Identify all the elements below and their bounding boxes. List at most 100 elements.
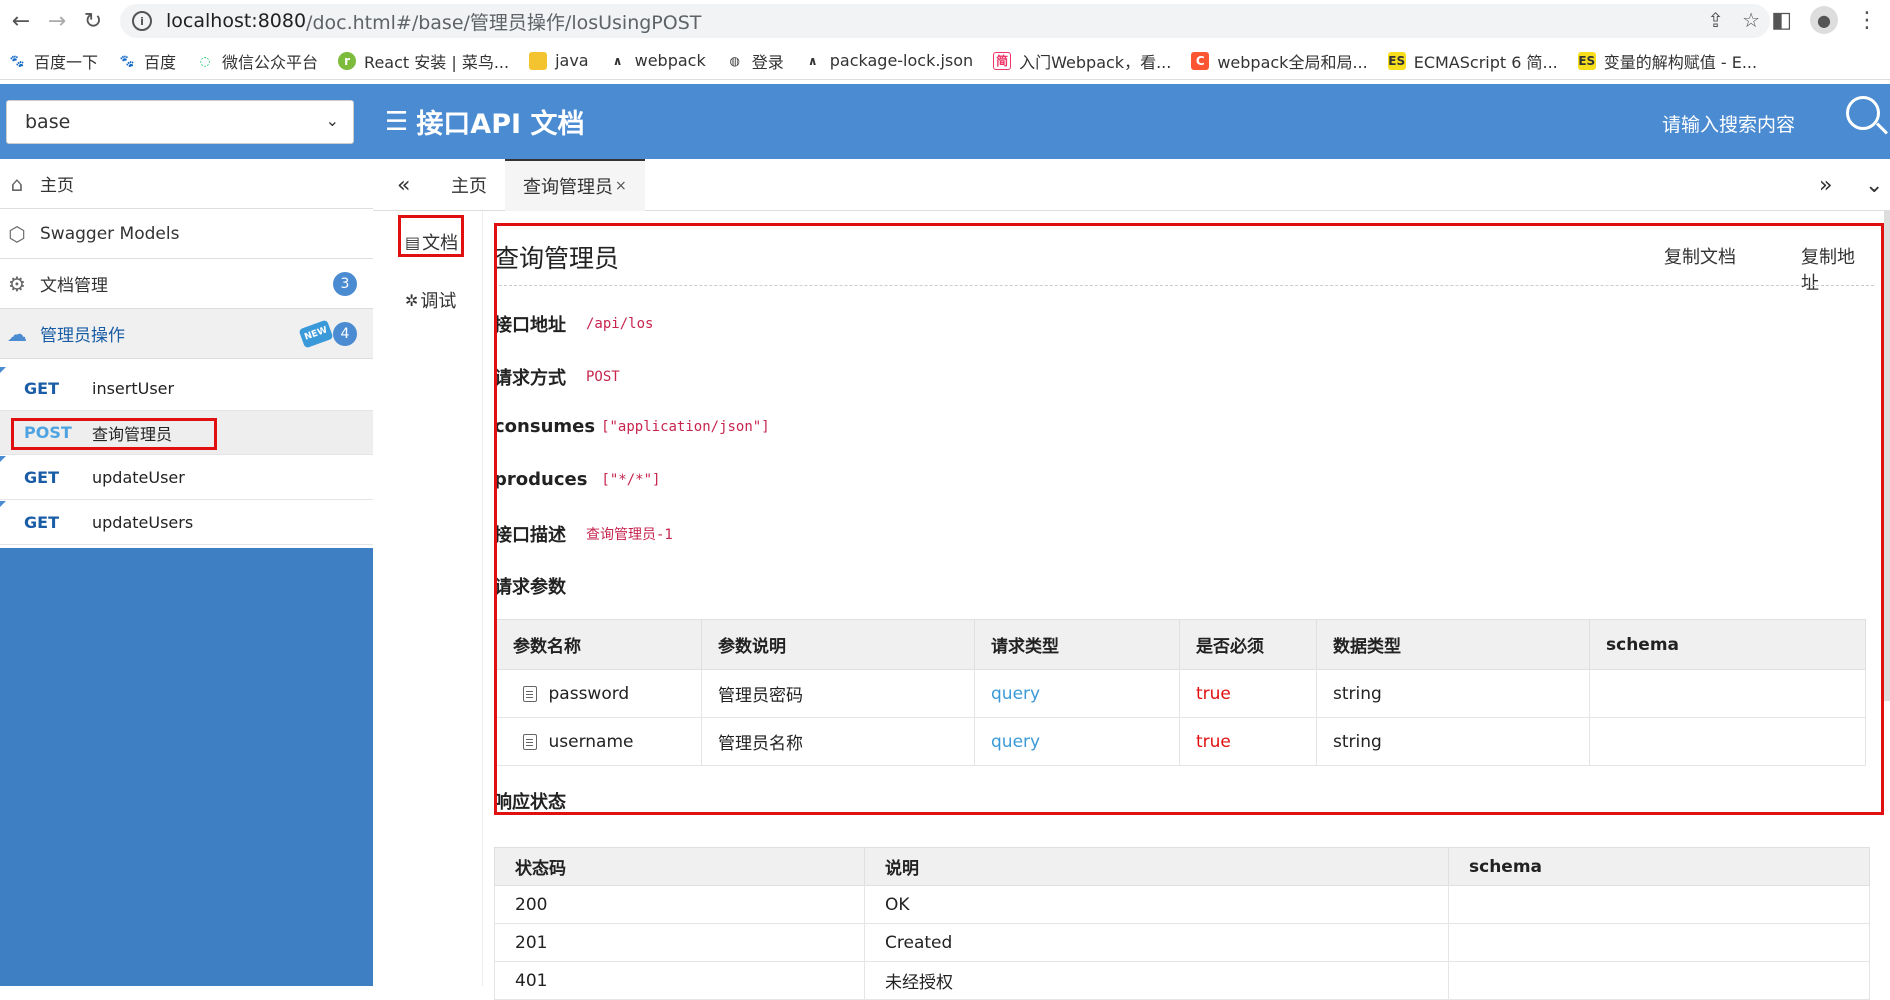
status-desc: OK [864, 885, 1449, 924]
bookmark-item[interactable]: 🐾 百度一下 [8, 49, 99, 73]
api-name: insertUser [92, 379, 175, 398]
api-item-updateuser[interactable]: GET updateUser [0, 456, 373, 500]
new-badge: NEW [298, 318, 334, 349]
vercel-icon: ∧ [612, 53, 623, 68]
count-badge: 4 [333, 321, 357, 346]
es-icon: ES [1577, 51, 1596, 70]
site-info-icon[interactable]: i [132, 11, 152, 31]
tab-query-admin[interactable]: 查询管理员 × [505, 159, 645, 211]
bookmark-label: 微信公众平台 [222, 52, 319, 72]
runoob-icon: r [338, 51, 357, 70]
baidu-paw-icon: 🐾 [9, 53, 25, 68]
sidebar-menu: ⌂ 主页 ⬡ Swagger Models ⚙ 文档管理 3 ☁ 管理员操作 N… [0, 159, 373, 548]
wechat-icon: ◌ [199, 53, 211, 68]
url-path: /doc.html#/base/管理员操作/losUsingPOST [306, 11, 702, 34]
back-icon[interactable]: ← [6, 6, 36, 36]
highlight-box [11, 418, 217, 450]
doc-settings-icon: ⚙ [8, 271, 26, 296]
sidebar-item-swagger-models[interactable]: ⬡ Swagger Models [0, 209, 373, 259]
sidebar-item-doc-manage[interactable]: ⚙ 文档管理 3 [0, 259, 373, 309]
bookmark-item[interactable]: ES ECMAScript 6 简... [1387, 49, 1558, 73]
group-select[interactable]: base ⌄ [6, 100, 354, 144]
api-item-insertuser[interactable]: GET insertUser [0, 367, 373, 411]
bug-icon: ✲ [405, 290, 419, 310]
forward-icon[interactable]: → [42, 6, 72, 36]
side-panel-icon[interactable]: ◧ [1771, 8, 1792, 33]
table-header-row: 状态码 说明 schema [494, 847, 1870, 886]
bookmark-item[interactable]: 🐾 百度 [118, 49, 177, 73]
chevron-down-icon: ⌄ [325, 111, 339, 130]
corner-marker [0, 456, 6, 462]
table-row: 200 OK [494, 885, 1870, 924]
folder-icon [529, 51, 548, 70]
column-header: 说明 [864, 847, 1449, 886]
address-bar[interactable]: i localhost:8080/doc.html#/base/管理员操作/lo… [120, 4, 1770, 38]
bookmark-star-icon[interactable]: ☆ [1742, 8, 1760, 32]
status-code: 201 [494, 923, 865, 962]
search-icon[interactable] [1846, 96, 1880, 130]
status-table: 状态码 说明 schema 200 OK 201 Created 401 未经授… [494, 847, 1870, 1000]
browser-toolbar: ← → ↻ i localhost:8080/doc.html#/base/管理… [0, 0, 1890, 42]
bookmark-item[interactable]: 简入门Webpack，看... [993, 49, 1171, 73]
menu-fold-icon[interactable]: ☰ [385, 107, 408, 137]
bookmark-item[interactable]: Cwebpack全局和局... [1191, 49, 1368, 73]
bookmark-item[interactable]: ∧ webpack [609, 51, 706, 70]
bookmark-item[interactable]: ES 变量的解构赋值 - E... [1577, 49, 1757, 73]
bookmarks-bar: 🐾 百度一下 🐾 百度 ◌ 微信公众平台 r React 安装 | 菜鸟... java… [0, 42, 1890, 80]
bookmark-item[interactable]: java [529, 51, 589, 70]
bookmark-label: webpack全局和局... [1217, 52, 1368, 72]
close-icon[interactable]: × [615, 178, 627, 194]
reload-icon[interactable]: ↻ [78, 6, 108, 36]
status-code: 200 [494, 885, 865, 924]
tab-bar: « 主页 查询管理员 × » ⌄ [373, 159, 1890, 211]
bookmark-label: webpack [634, 51, 706, 70]
status-schema [1448, 885, 1870, 924]
bookmark-label: package-lock.json [829, 51, 974, 70]
doc-mode-label: 调试 [420, 291, 457, 312]
sidebar-item-label: Swagger Models [40, 223, 180, 244]
status-schema [1448, 961, 1870, 1000]
url-host: localhost:8080 [166, 10, 307, 32]
bookmark-label: 百度 [144, 52, 177, 72]
vertical-scrollbar[interactable] [1884, 211, 1890, 701]
chevron-double-down-icon[interactable]: ⌄ [1865, 159, 1883, 211]
tab-label: 主页 [451, 176, 487, 197]
bookmark-label: ECMAScript 6 简... [1413, 52, 1558, 72]
tab-home[interactable]: 主页 [451, 159, 487, 211]
highlight-box [398, 215, 464, 257]
home-icon: ⌂ [10, 171, 24, 196]
app-header: base ⌄ ☰ 接口API 文档 请输入搜索内容 [0, 84, 1890, 159]
search-input[interactable]: 请输入搜索内容 [1662, 110, 1795, 137]
sidebar-item-label: 文档管理 [40, 276, 108, 296]
bookmark-item[interactable]: r React 安装 | 菜鸟... [338, 49, 509, 73]
share-icon[interactable]: ⇪ [1707, 8, 1724, 32]
table-row: 201 Created [494, 923, 1870, 962]
api-item-updateusers[interactable]: GET updateUsers [0, 501, 373, 545]
sidebar-item-label: 主页 [40, 176, 74, 196]
corner-marker [0, 367, 6, 373]
sidebar-item-home[interactable]: ⌂ 主页 [0, 159, 373, 209]
status-desc: 未经授权 [864, 961, 1449, 1000]
column-header: 状态码 [494, 847, 865, 886]
more-menu-icon[interactable]: ⋮ [1856, 8, 1878, 33]
es-icon: ES [1387, 51, 1406, 70]
bookmark-label: java [555, 51, 589, 70]
api-method: GET [24, 379, 59, 398]
api-method: GET [24, 513, 59, 532]
status-schema [1448, 923, 1870, 962]
sidebar-item-admin-ops[interactable]: ☁ 管理员操作 NEW 4 [0, 309, 373, 359]
api-name: updateUser [92, 468, 185, 487]
app-title: ☰ 接口API 文档 [385, 102, 584, 141]
bookmark-item[interactable]: ∧ package-lock.json [804, 51, 973, 70]
bookmark-item[interactable]: ◌ 微信公众平台 [196, 49, 318, 73]
doc-mode-debug[interactable]: ✲ 调试 [405, 287, 456, 313]
jianshu-icon: 简 [993, 51, 1012, 70]
bookmark-label: 入门Webpack，看... [1019, 52, 1172, 72]
group-select-value: base [25, 111, 71, 133]
vercel-icon: ∧ [807, 53, 818, 68]
tab-scroll-right-icon[interactable]: » [1819, 159, 1832, 211]
bookmark-item[interactable]: ◍ 登录 [726, 49, 783, 73]
profile-avatar[interactable]: ● [1810, 6, 1838, 34]
tab-label: 查询管理员 [523, 177, 613, 198]
tab-scroll-left-icon[interactable]: « [397, 159, 410, 211]
